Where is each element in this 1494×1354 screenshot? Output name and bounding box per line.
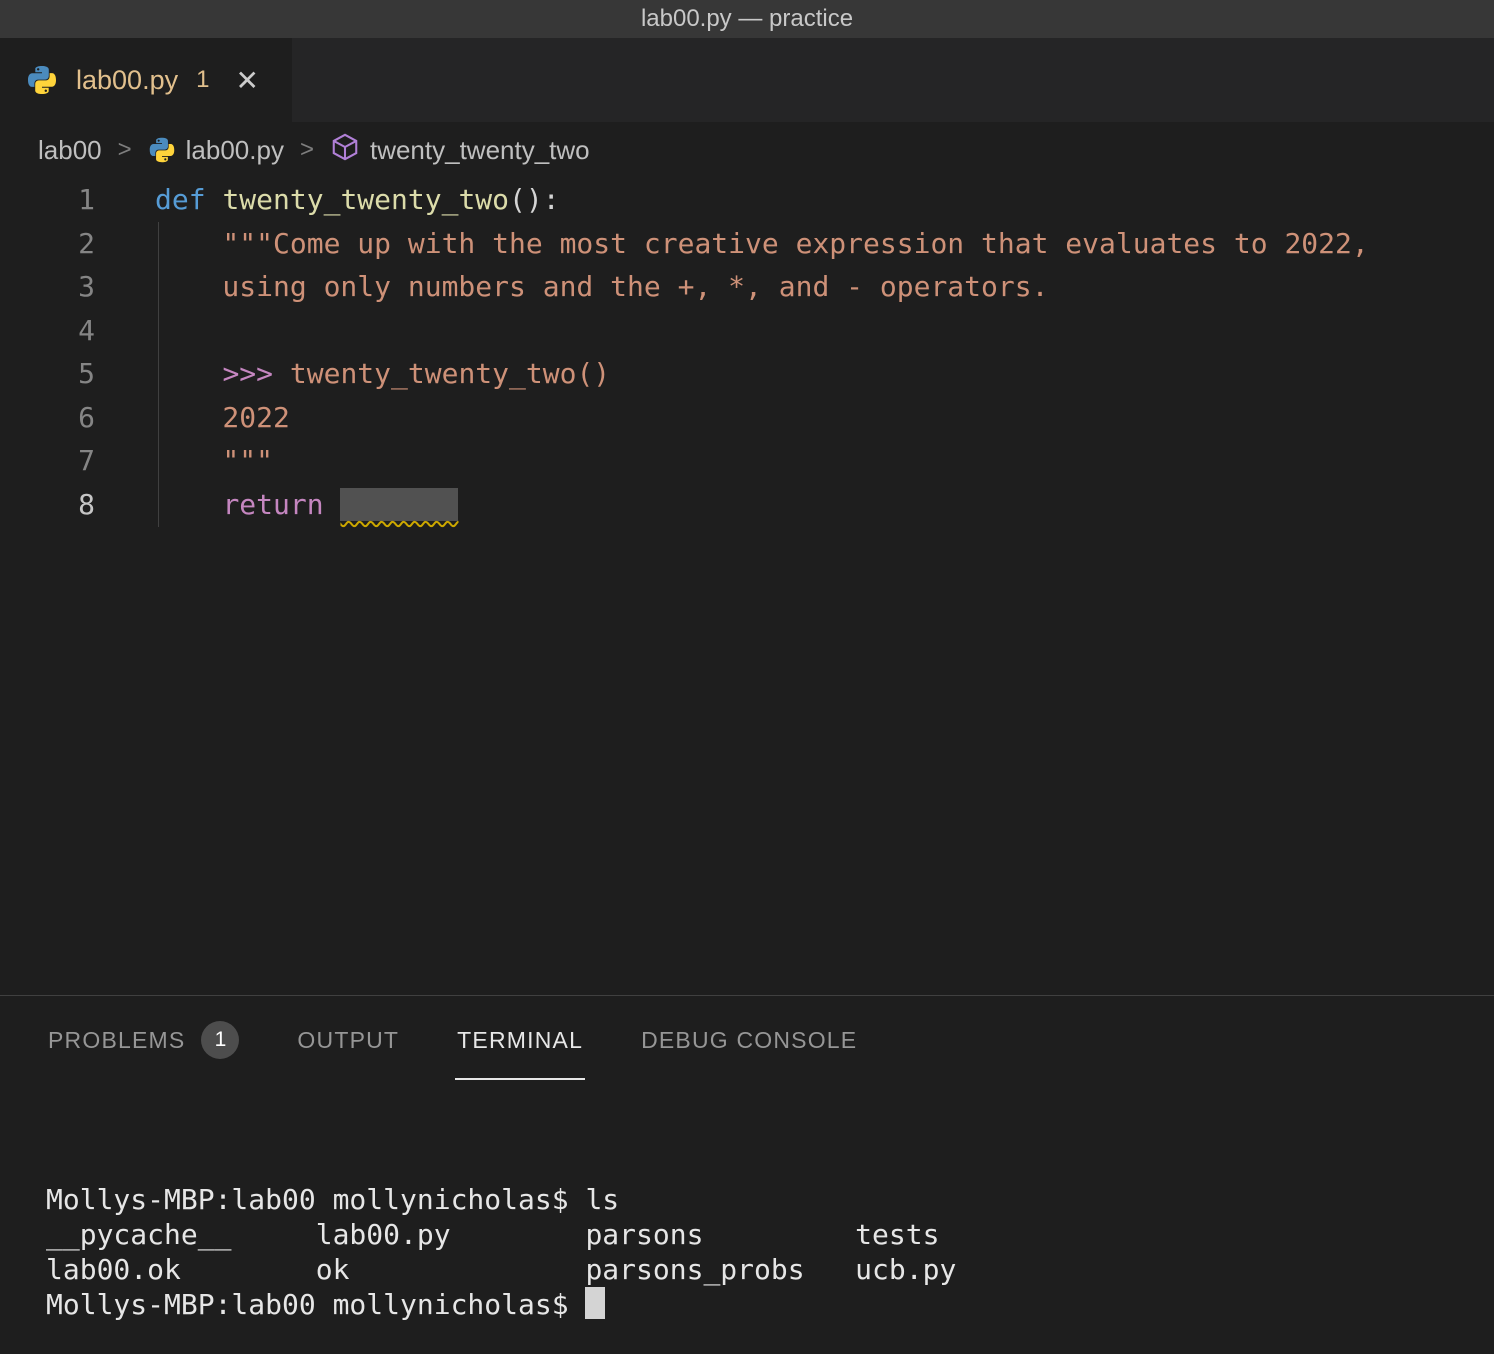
panel-tab-debug-console[interactable]: DEBUG CONSOLE — [641, 996, 857, 1084]
python-icon — [26, 64, 58, 96]
panel-tab-bar: PROBLEMS 1 OUTPUT TERMINAL DEBUG CONSOLE — [0, 996, 1494, 1084]
breadcrumb-symbol-label: twenty_twenty_two — [370, 135, 590, 166]
python-icon — [148, 136, 176, 164]
code-text: """Come up with the most creative expres… — [155, 222, 1369, 266]
code-line[interactable]: 3 using only numbers and the +, *, and -… — [0, 265, 1494, 309]
editor-lines: 1 def twenty_twenty_two(): 2 """Come up … — [0, 178, 1494, 526]
breadcrumb-folder[interactable]: lab00 — [38, 135, 102, 166]
code-text: 2022 — [155, 396, 290, 440]
breadcrumb-file[interactable]: lab00.py — [148, 135, 284, 166]
line-number: 2 — [0, 222, 95, 266]
problems-count-badge: 1 — [201, 1021, 239, 1059]
breadcrumb-folder-label: lab00 — [38, 135, 102, 166]
code-line[interactable]: 1 def twenty_twenty_two(): — [0, 178, 1494, 222]
terminal-line: __pycache__ lab00.py parsons tests — [46, 1217, 1494, 1252]
code-line[interactable]: 8 return — [0, 483, 1494, 527]
line-number: 6 — [0, 396, 95, 440]
panel-tab-output[interactable]: OUTPUT — [297, 996, 399, 1084]
bottom-panel: PROBLEMS 1 OUTPUT TERMINAL DEBUG CONSOLE… — [0, 995, 1494, 1354]
indent-guide — [158, 222, 159, 527]
panel-tab-problems[interactable]: PROBLEMS 1 — [48, 996, 239, 1084]
line-number: 4 — [0, 309, 95, 353]
breadcrumb-file-label: lab00.py — [186, 135, 284, 166]
code-text: return — [155, 483, 458, 527]
panel-tab-label: OUTPUT — [297, 1027, 399, 1054]
code-text: """ — [155, 439, 273, 483]
code-text: >>> twenty_twenty_two() — [155, 352, 610, 396]
panel-tab-label: TERMINAL — [457, 1027, 583, 1054]
code-line[interactable]: 4 — [0, 309, 1494, 353]
code-line[interactable]: 2 """Come up with the most creative expr… — [0, 222, 1494, 266]
terminal-line: Mollys-MBP:lab00 mollynicholas$ ls — [46, 1182, 1494, 1217]
line-number: 5 — [0, 352, 95, 396]
line-number: 8 — [0, 483, 95, 527]
line-number: 7 — [0, 439, 95, 483]
tab-label: lab00.py — [76, 65, 178, 96]
vscode-window: lab00.py — practice lab00.py 1 ✕ lab00 > — [0, 0, 1494, 1354]
tab-lab00py[interactable]: lab00.py 1 ✕ — [0, 38, 292, 122]
terminal-prompt: Mollys-MBP:lab00 mollynicholas$ — [46, 1288, 585, 1321]
code-text: using only numbers and the +, *, and - o… — [155, 265, 1048, 309]
panel-tab-terminal[interactable]: TERMINAL — [457, 996, 583, 1084]
editor-tab-bar: lab00.py 1 ✕ — [0, 38, 1494, 122]
line-number: 1 — [0, 178, 95, 222]
panel-tab-label: PROBLEMS — [48, 1027, 185, 1054]
code-editor[interactable]: 1 def twenty_twenty_two(): 2 """Come up … — [0, 178, 1494, 995]
terminal-cursor — [585, 1287, 605, 1319]
code-text: def twenty_twenty_two(): — [155, 178, 560, 222]
line-number: 3 — [0, 265, 95, 309]
code-line[interactable]: 5 >>> twenty_twenty_two() — [0, 352, 1494, 396]
window-title: lab00.py — practice — [641, 5, 853, 33]
terminal-prompt-line: Mollys-MBP:lab00 mollynicholas$ — [46, 1287, 1494, 1322]
close-icon[interactable]: ✕ — [235, 64, 258, 97]
breadcrumb: lab00 > lab00.py > twenty_twenty_two — [0, 122, 1494, 178]
chevron-right-icon: > — [116, 136, 134, 164]
code-line[interactable]: 6 2022 — [0, 396, 1494, 440]
terminal[interactable]: Mollys-MBP:lab00 mollynicholas$ ls__pyca… — [0, 1084, 1494, 1354]
panel-tab-label: DEBUG CONSOLE — [641, 1027, 857, 1054]
breadcrumb-symbol[interactable]: twenty_twenty_two — [330, 132, 590, 169]
symbol-cube-icon — [330, 132, 360, 169]
code-line[interactable]: 7 """ — [0, 439, 1494, 483]
chevron-right-icon: > — [298, 136, 316, 164]
tab-problem-count: 1 — [196, 66, 209, 94]
terminal-line: lab00.ok ok parsons_probs ucb.py — [46, 1252, 1494, 1287]
title-bar: lab00.py — practice — [0, 0, 1494, 38]
